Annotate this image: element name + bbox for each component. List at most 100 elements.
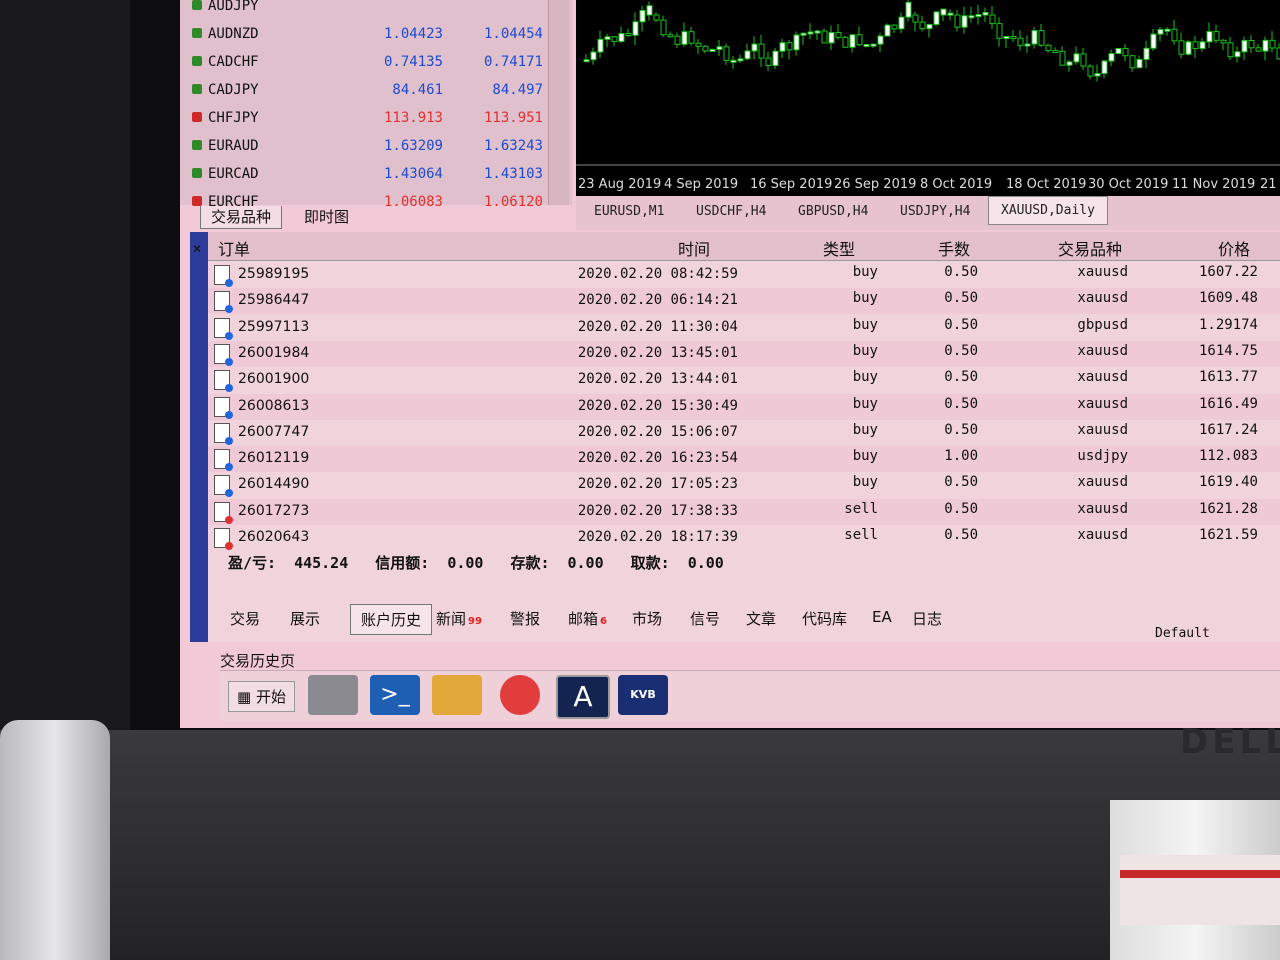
tab-3[interactable]: 新闻 99 (436, 608, 482, 629)
candle (653, 14, 660, 21)
history-row[interactable]: 26008613 2020.02.20 15:30:49 buy 0.50 xauusd… (208, 393, 1280, 420)
col-lots[interactable]: 手数 (938, 236, 970, 260)
candle (1192, 41, 1199, 50)
a-app-icon[interactable]: A (556, 675, 610, 719)
market-watch-row[interactable]: CADCHF 0.74135 0.74171 (188, 50, 568, 77)
ask-price: 1.63243 (483, 138, 543, 154)
chart-tab-xauusd[interactable]: XAUUSD,Daily (988, 196, 1108, 225)
price-chart[interactable]: 23 Aug 2019 4 Sep 2019 16 Sep 2019 26 Sep 2… (576, 0, 1280, 200)
tab-1[interactable]: 展示 (290, 608, 320, 629)
tab-2[interactable]: 账户历史 (350, 604, 433, 635)
history-row[interactable]: 25986447 2020.02.20 06:14:21 buy 0.50 xauusd… (208, 288, 1280, 315)
tab-symbols[interactable]: 交易品种 (200, 206, 283, 229)
symbol-text: AUDJPY (208, 0, 259, 14)
col-time[interactable]: 时间 (678, 236, 710, 260)
tab-5[interactable]: 邮箱 6 (568, 608, 607, 629)
order-type: buy (852, 290, 878, 307)
candle (807, 31, 814, 35)
chrome-icon[interactable] (500, 675, 540, 715)
col-type[interactable]: 类型 (823, 236, 855, 260)
history-row[interactable]: 26017273 2020.02.20 17:38:33 sell 0.50 xauus… (208, 498, 1280, 525)
history-row[interactable]: 26012119 2020.02.20 16:23:54 buy 1.00 usdjpy… (208, 446, 1280, 473)
start-button[interactable]: ▦ 开始 (228, 681, 295, 712)
market-watch-scrollbar[interactable] (548, 0, 569, 205)
candle (618, 32, 625, 42)
market-watch-row[interactable]: CHFJPY 113.913 113.951 (188, 106, 568, 133)
order-type: buy (852, 369, 878, 386)
candle (1108, 53, 1115, 62)
col-symbol[interactable]: 交易品种 (1058, 236, 1122, 260)
order-price: 1621.59 (1198, 527, 1258, 543)
kvb-icon[interactable]: KVB (618, 675, 668, 715)
order-id: 26014490 (238, 476, 310, 493)
tab-11[interactable]: 日志 (912, 608, 942, 629)
tab-label: 展示 (290, 610, 321, 628)
candle (1241, 39, 1248, 53)
order-price: 1613.77 (1198, 369, 1258, 386)
chart-tab-eurusd[interactable]: EURUSD,M1 (594, 204, 664, 219)
order-price: 1619.40 (1198, 474, 1258, 491)
chart-tab-usdchf[interactable]: USDCHF,H4 (696, 204, 766, 219)
dos-icon[interactable] (308, 675, 358, 715)
market-watch-row[interactable]: EURCAD 1.43064 1.43103 (188, 162, 568, 189)
col-price[interactable]: 价格 (1218, 236, 1250, 260)
arrow-up-icon (192, 56, 202, 66)
candle (856, 34, 863, 46)
credit-value: 0.00 (447, 554, 484, 572)
market-watch-panel: AUDJPY AUDNZD 1.04423 1.04454 CADCHF 0.74135 0… (180, 0, 572, 210)
candle (1129, 55, 1136, 69)
date-label: 23 Aug 2019 (578, 177, 661, 192)
history-row[interactable]: 26007747 2020.02.20 15:06:07 buy 0.50 xauusd… (208, 420, 1280, 446)
candle (793, 34, 800, 51)
history-row[interactable]: 26001900 2020.02.20 13:44:01 buy 0.50 xauusd… (208, 367, 1280, 393)
market-watch-row[interactable]: CADJPY 84.461 84.497 (188, 78, 568, 105)
tab-7[interactable]: 信号 (690, 608, 720, 629)
symbol-text: EURAUD (208, 138, 259, 154)
candle (716, 46, 723, 50)
market-watch-row[interactable]: AUDJPY (188, 0, 568, 21)
arrow-up-icon (192, 0, 202, 10)
history-row[interactable]: 26014490 2020.02.20 17:05:23 buy 0.50 xauusd… (208, 472, 1280, 498)
candle (590, 51, 597, 61)
symbol-name: EURAUD (192, 138, 259, 154)
candle (975, 14, 982, 18)
tab-8[interactable]: 文章 (746, 608, 776, 629)
close-icon[interactable]: ✕ (192, 242, 202, 256)
col-order[interactable]: 订单 (218, 236, 250, 260)
symbol-name: CHFJPY (192, 110, 259, 126)
powershell-icon[interactable]: >_ (370, 675, 420, 715)
order-type: sell (844, 500, 878, 517)
tab-6[interactable]: 市场 (632, 608, 662, 629)
order-id: 26008613 (238, 397, 310, 414)
market-watch-row[interactable]: EURAUD 1.63209 1.63243 (188, 134, 568, 161)
history-row[interactable]: 26020643 2020.02.20 18:17:39 sell 0.50 xauus… (208, 525, 1280, 551)
date-label: 18 Oct 2019 (1006, 177, 1086, 192)
tab-0[interactable]: 交易 (230, 608, 260, 629)
chart-tab-gbpusd[interactable]: GBPUSD,H4 (798, 204, 868, 219)
history-row[interactable]: 25997113 2020.02.20 11:30:04 buy 0.50 gbpusd… (208, 315, 1280, 341)
chart-tab-usdjpy[interactable]: USDJPY,H4 (900, 204, 970, 219)
order-document-icon (214, 343, 233, 366)
tab-label: 新闻 (436, 610, 467, 628)
market-watch-row[interactable]: AUDNZD 1.04423 1.04454 (188, 22, 568, 49)
tab-4[interactable]: 警报 (510, 608, 540, 629)
explorer-icon[interactable] (432, 675, 482, 715)
order-lots: 0.50 (944, 316, 978, 333)
tab-tick-chart[interactable]: 即时图 (294, 206, 359, 228)
tab-label: 邮箱 (568, 610, 599, 628)
tab-9[interactable]: 代码库 (802, 608, 847, 629)
candle (1248, 39, 1255, 49)
order-document-icon (214, 317, 233, 340)
order-time: 2020.02.20 06:14:21 (577, 292, 738, 309)
tab-label: 文章 (746, 610, 777, 628)
order-document-icon (214, 528, 233, 550)
candle (919, 21, 926, 30)
candle (884, 24, 891, 37)
screen: AUDJPY AUDNZD 1.04423 1.04454 CADCHF 0.74135 0… (180, 0, 1280, 728)
candle (1157, 28, 1164, 35)
history-row[interactable]: 26001984 2020.02.20 13:45:01 buy 0.50 xauusd… (208, 340, 1280, 367)
arrow-up-icon (192, 140, 202, 150)
tab-10[interactable]: EA (872, 608, 892, 626)
order-id: 26007747 (238, 423, 310, 440)
history-row[interactable]: 25989195 2020.02.20 08:42:59 buy 0.50 xauusd… (208, 262, 1280, 288)
